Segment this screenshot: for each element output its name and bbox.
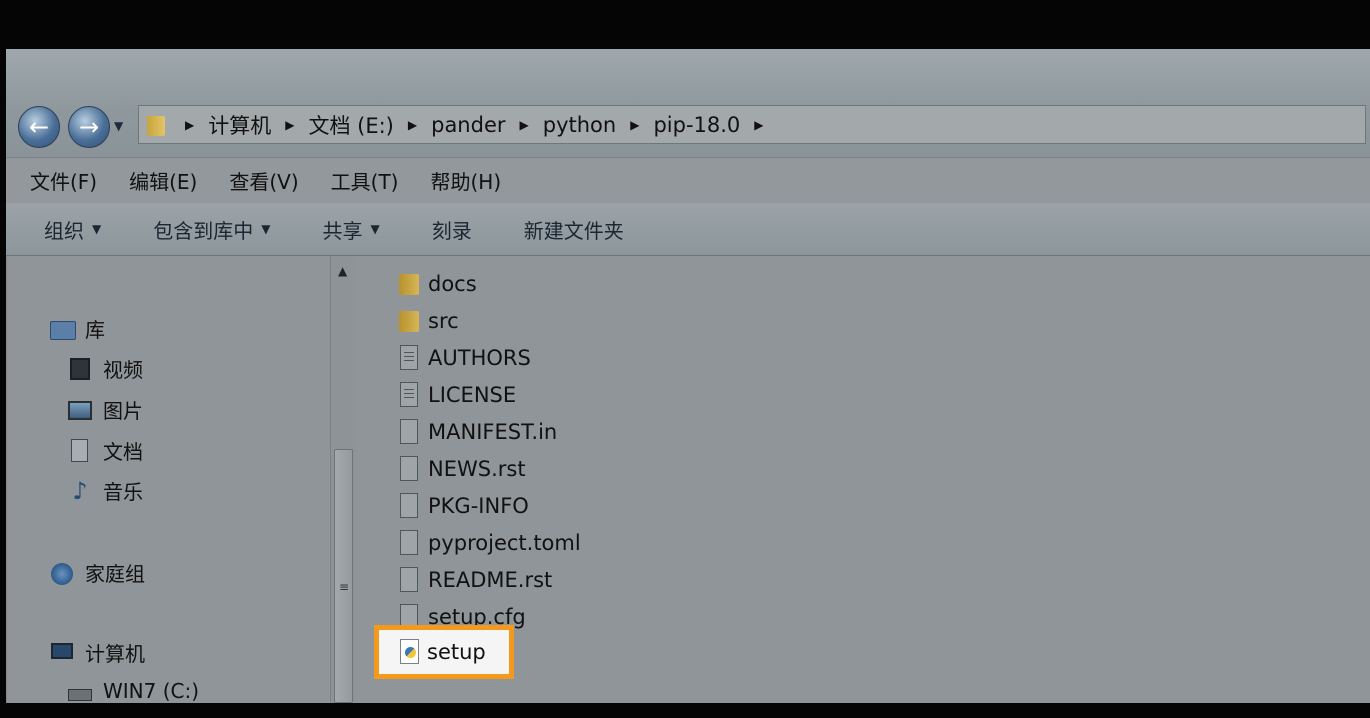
breadcrumb-python[interactable]: python (543, 113, 616, 137)
list-item[interactable]: AUTHORS (398, 344, 531, 371)
forward-button[interactable]: → (68, 106, 110, 148)
python-file-icon (399, 639, 421, 665)
list-item[interactable]: PKG-INFO (398, 492, 529, 519)
nav-scrollbar[interactable]: ▲ ≡ (330, 256, 357, 703)
file-icon (398, 566, 420, 593)
chevron-right-icon[interactable]: ▶ (630, 118, 639, 132)
nav-pictures[interactable]: 图片 (67, 395, 143, 424)
address-bar[interactable]: ▶ 计算机 ▶ 文档 (E:) ▶ pander ▶ python ▶ pip-… (138, 105, 1366, 144)
menu-view[interactable]: 查看(V) (229, 166, 298, 195)
menu-file[interactable]: 文件(F) (30, 166, 97, 195)
burn-button[interactable]: 刻录 (432, 215, 472, 244)
navigation-pane: 库 视频 图片 文档 ♪ 音乐 家庭组 计算机 WIN7 (C:) (6, 256, 331, 703)
chevron-down-icon: ▼ (370, 222, 380, 236)
list-item[interactable]: NEWS.rst (398, 455, 526, 482)
nav-documents[interactable]: 文档 (67, 436, 143, 465)
list-item[interactable]: LICENSE (398, 381, 516, 408)
chevron-right-icon[interactable]: ▶ (408, 118, 417, 132)
chevron-down-icon: ▼ (261, 222, 271, 236)
folder-icon (398, 307, 420, 334)
chevron-right-icon[interactable]: ▶ (285, 118, 294, 132)
menu-help[interactable]: 帮助(H) (430, 166, 501, 195)
file-icon (398, 455, 420, 482)
folder-icon (398, 270, 420, 297)
scroll-up-icon[interactable]: ▲ (338, 264, 347, 278)
file-icon (398, 492, 420, 519)
nav-libraries[interactable]: 库 (49, 314, 105, 343)
back-button[interactable]: ← (18, 106, 60, 148)
organize-button[interactable]: 组织 ▼ (44, 215, 101, 244)
chevron-down-icon: ▼ (92, 222, 102, 236)
text-file-icon (398, 344, 420, 371)
address-bar-area: ← → ▼ ▶ 计算机 ▶ 文档 (E:) ▶ pander ▶ python … (6, 49, 1370, 157)
list-item[interactable]: MANIFEST.in (398, 418, 557, 445)
list-item[interactable]: docs (398, 270, 477, 297)
file-icon (398, 418, 420, 445)
document-icon (67, 438, 93, 463)
chevron-right-icon[interactable]: ▶ (520, 118, 529, 132)
breadcrumb-pander[interactable]: pander (431, 113, 505, 137)
menu-bar: 文件(F) 编辑(E) 查看(V) 工具(T) 帮助(H) (6, 157, 1370, 204)
recent-pages-dropdown[interactable]: ▼ (114, 119, 123, 133)
computer-icon (49, 641, 75, 665)
breadcrumb-documents-drive[interactable]: 文档 (E:) (308, 110, 393, 140)
music-note-icon: ♪ (72, 476, 88, 505)
video-icon (67, 357, 93, 381)
forward-arrow-icon: → (78, 113, 100, 141)
menu-tools[interactable]: 工具(T) (331, 166, 399, 195)
new-folder-button[interactable]: 新建文件夹 (524, 215, 624, 244)
breadcrumb-pip-18[interactable]: pip-18.0 (653, 113, 740, 137)
file-icon (398, 529, 420, 556)
list-item[interactable]: pyproject.toml (398, 529, 581, 556)
list-item[interactable]: README.rst (398, 566, 552, 593)
explorer-window: ← → ▼ ▶ 计算机 ▶ 文档 (E:) ▶ pander ▶ python … (6, 49, 1370, 703)
list-item[interactable]: src (398, 307, 459, 334)
include-in-library-button[interactable]: 包含到库中 ▼ (153, 215, 270, 244)
text-file-icon (398, 381, 420, 408)
nav-videos[interactable]: 视频 (67, 354, 143, 383)
picture-icon (67, 398, 93, 422)
highlighted-setup-file[interactable]: setup (374, 625, 514, 679)
back-arrow-icon: ← (28, 113, 50, 141)
command-bar: 组织 ▼ 包含到库中 ▼ 共享 ▼ 刻录 新建文件夹 (6, 203, 1370, 256)
scroll-thumb[interactable]: ≡ (334, 449, 353, 703)
homegroup-icon (49, 561, 75, 585)
drive-icon (67, 679, 93, 703)
nav-homegroup[interactable]: 家庭组 (49, 558, 145, 587)
chevron-right-icon[interactable]: ▶ (185, 118, 194, 132)
nav-drive-c[interactable]: WIN7 (C:) (67, 679, 199, 703)
libraries-icon (49, 317, 76, 341)
nav-computer[interactable]: 计算机 (49, 638, 145, 667)
menu-edit[interactable]: 编辑(E) (129, 166, 197, 195)
nav-music[interactable]: ♪ 音乐 (67, 476, 143, 505)
folder-icon (145, 113, 167, 137)
grip-icon: ≡ (339, 580, 349, 594)
breadcrumb-computer[interactable]: 计算机 (208, 110, 271, 140)
chevron-right-icon[interactable]: ▶ (754, 118, 763, 132)
share-button[interactable]: 共享 ▼ (322, 215, 379, 244)
